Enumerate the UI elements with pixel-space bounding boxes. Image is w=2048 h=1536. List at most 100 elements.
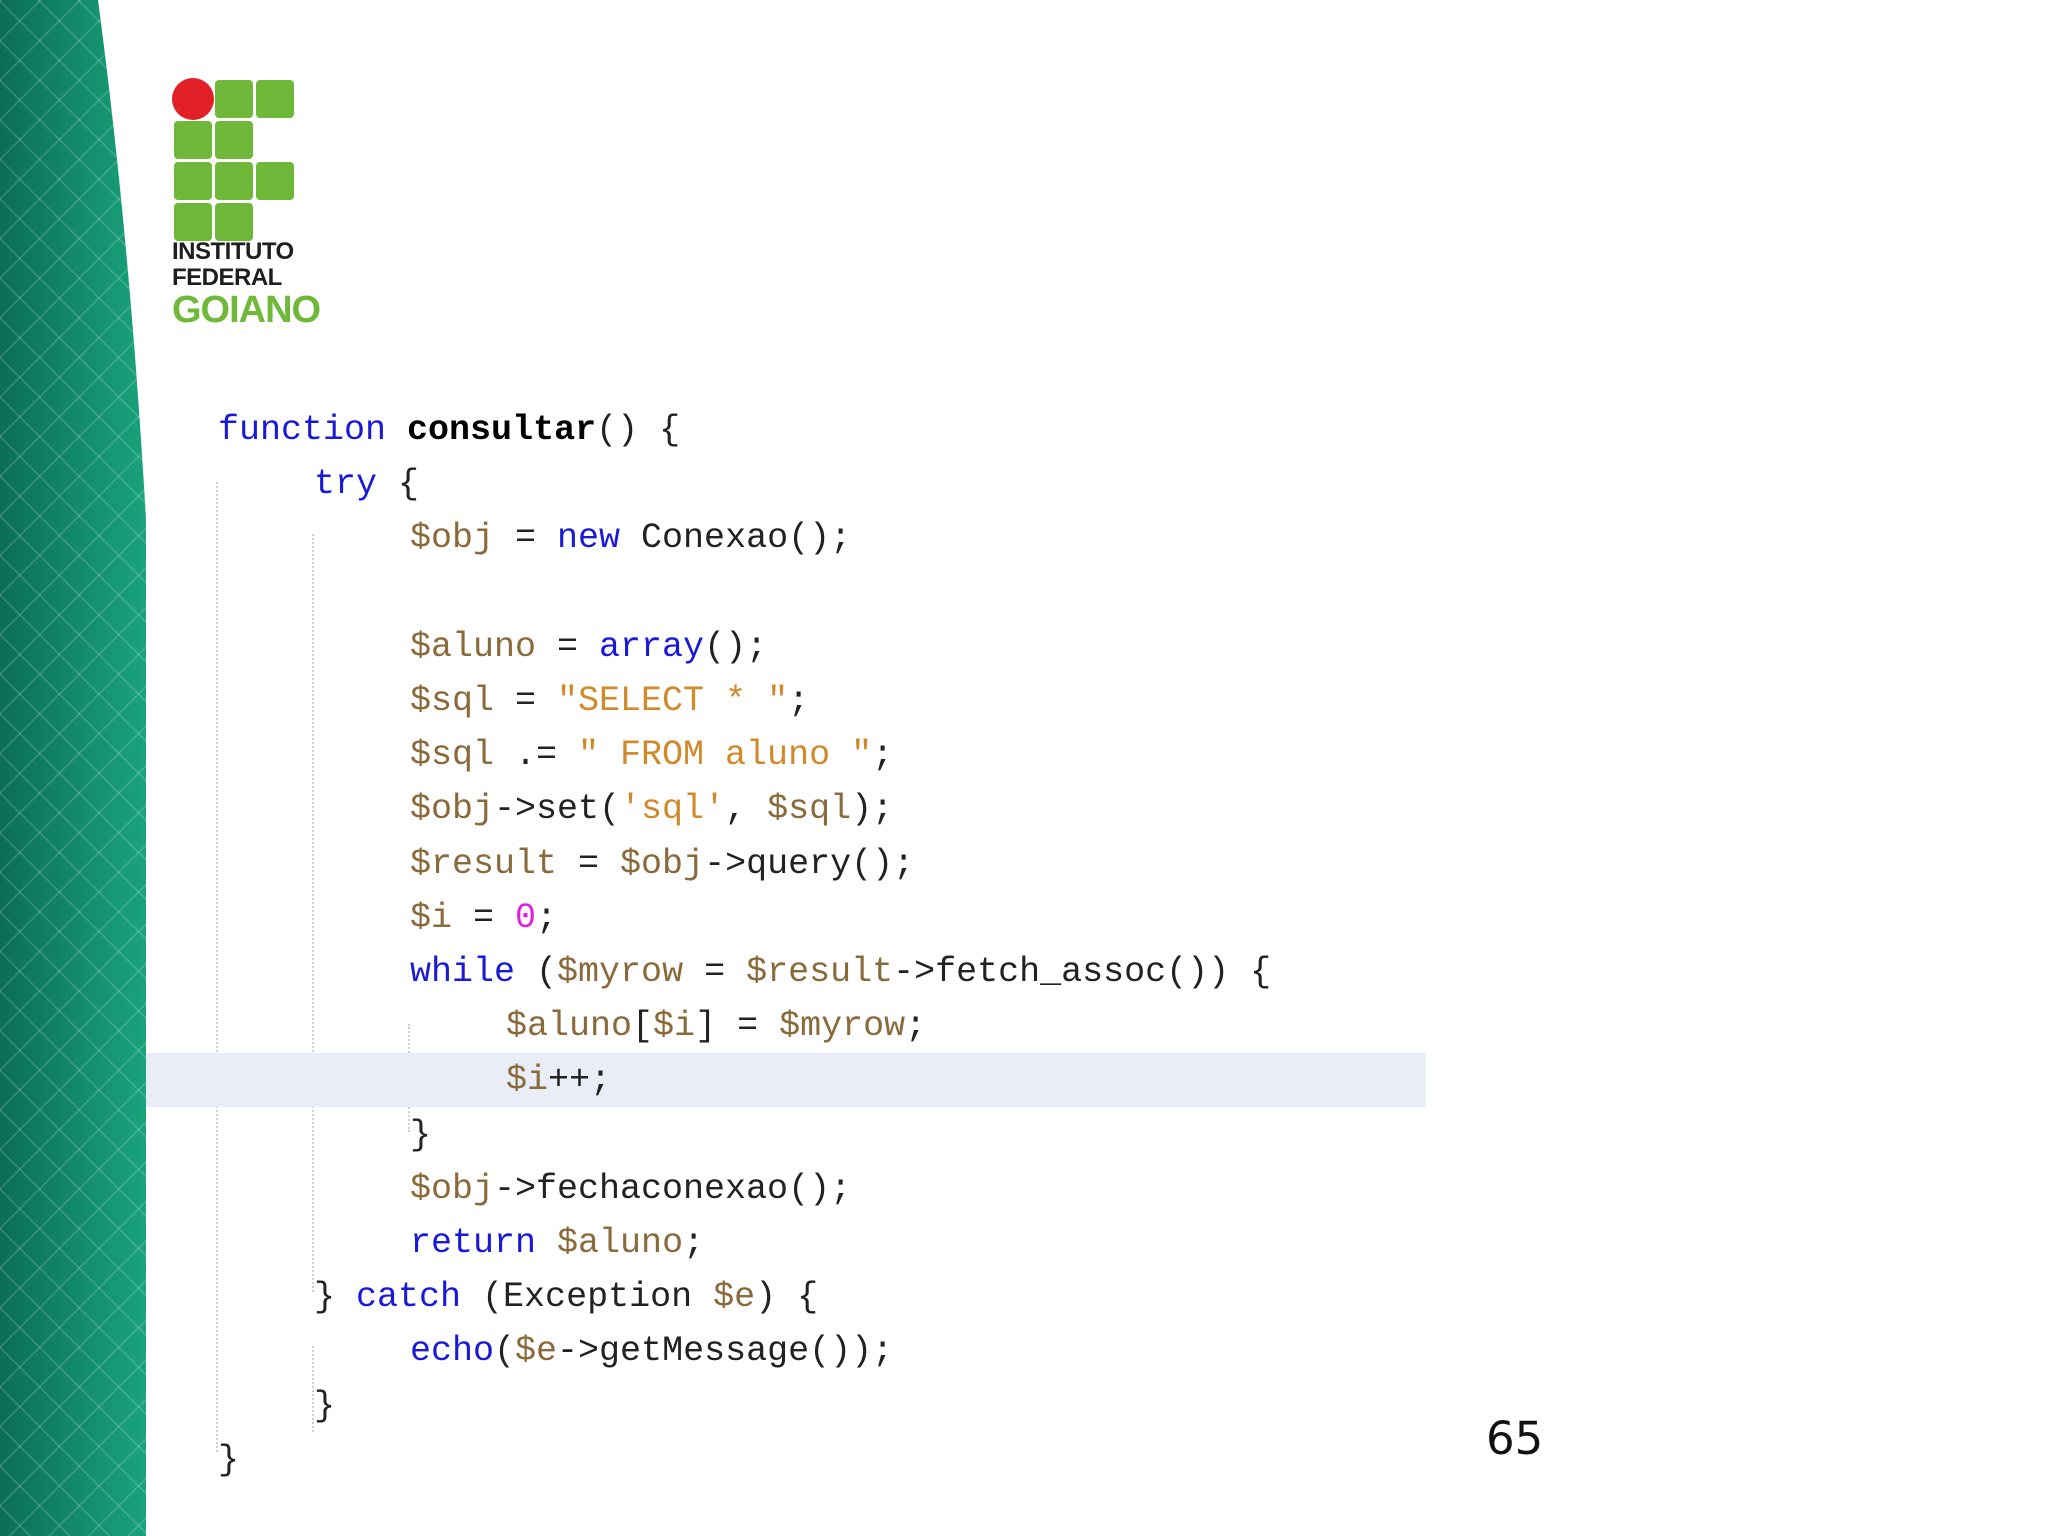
code-line-text: return $aluno; — [410, 1216, 704, 1270]
logo-square — [256, 80, 294, 118]
logo-square — [215, 80, 253, 118]
code-line: } — [146, 1433, 1426, 1487]
code-line: $aluno[$i] = $myrow; — [146, 999, 1426, 1053]
code-token: [ — [632, 1006, 654, 1046]
code-token: $obj — [620, 844, 705, 884]
code-token: $obj — [410, 789, 495, 829]
code-token: $result — [410, 844, 558, 884]
code-token: new — [557, 518, 621, 558]
logo-square — [174, 203, 212, 241]
logo-square — [174, 162, 212, 200]
code-line-text: $sql .= " FROM aluno "; — [410, 728, 893, 782]
code-token: ; — [536, 898, 558, 938]
code-line: } — [146, 1379, 1426, 1433]
code-token: $aluno — [557, 1223, 684, 1263]
logo-square — [215, 162, 253, 200]
code-token: () { — [596, 410, 681, 450]
code-token: while — [410, 952, 516, 992]
code-token: , — [725, 789, 768, 829]
code-token: } — [410, 1115, 432, 1155]
code-line-text: $result = $obj->query(); — [410, 837, 914, 891]
code-token: $e — [713, 1277, 756, 1317]
code-token: $aluno — [410, 627, 537, 667]
code-line-text: $sql = "SELECT * "; — [410, 674, 809, 728]
institute-logo: INSTITUTO FEDERAL GOIANO — [172, 78, 321, 331]
code-token: $obj — [410, 1169, 495, 1209]
logo-square — [256, 162, 294, 200]
logo-square — [174, 121, 212, 159]
code-token: $i — [410, 898, 453, 938]
code-line-text: } — [314, 1379, 335, 1433]
code-token: ->query(); — [704, 844, 915, 884]
code-line-text: $aluno = array(); — [410, 620, 767, 674]
code-token: catch — [356, 1277, 462, 1317]
code-line: $obj->fechaconexao(); — [146, 1162, 1426, 1216]
code-line: try { — [146, 457, 1426, 511]
code-token: " FROM aluno " — [578, 735, 873, 775]
code-token: = — [452, 898, 516, 938]
code-line-text: } — [410, 1108, 431, 1162]
code-token: "SELECT * " — [557, 681, 789, 721]
code-line: echo($e->getMessage()); — [146, 1324, 1426, 1378]
code-token: (Exception — [461, 1277, 714, 1317]
code-line: return $aluno; — [146, 1216, 1426, 1270]
code-token: $sql — [410, 735, 495, 775]
code-token: = — [494, 518, 558, 558]
code-token: ->fechaconexao(); — [494, 1169, 852, 1209]
code-line: $result = $obj->query(); — [146, 837, 1426, 891]
code-line: } — [146, 1108, 1426, 1162]
code-line: $sql = "SELECT * "; — [146, 674, 1426, 728]
code-token: = — [683, 952, 747, 992]
code-line: $i++; — [146, 1053, 1426, 1107]
code-token: ->fetch_assoc()) { — [893, 952, 1272, 992]
code-token: $e — [515, 1331, 558, 1371]
code-token: try — [314, 464, 378, 504]
logo-square — [215, 203, 253, 241]
code-token: ->set( — [494, 789, 621, 829]
code-listing: function consultar() {try {$obj = new Co… — [146, 410, 1426, 1490]
logo-text-instituto: INSTITUTO — [172, 238, 294, 265]
code-line-text: } — [218, 1433, 239, 1487]
code-token: = — [494, 681, 558, 721]
code-line-text: echo($e->getMessage()); — [410, 1324, 893, 1378]
code-token: ; — [872, 735, 894, 775]
code-token: 0 — [515, 898, 537, 938]
code-token: = — [536, 627, 600, 667]
code-token: $myrow — [557, 952, 684, 992]
code-line-text: $obj->set('sql', $sql); — [410, 782, 893, 836]
logo-text-goiano: GOIANO — [172, 289, 321, 331]
logo-square — [215, 121, 253, 159]
code-token: $i — [506, 1060, 549, 1100]
code-token: ) { — [755, 1277, 819, 1317]
code-line: $obj = new Conexao(); — [146, 511, 1426, 565]
page-number: 65 — [1486, 1412, 1544, 1465]
code-token: $sql — [410, 681, 495, 721]
code-token: (); — [704, 627, 768, 667]
code-line-text: $obj = new Conexao(); — [410, 511, 851, 565]
code-token: 'sql' — [620, 789, 726, 829]
code-token: ] = — [695, 1006, 780, 1046]
code-token: ; — [788, 681, 810, 721]
code-line-text: $aluno[$i] = $myrow; — [506, 999, 926, 1053]
logo-text-federal: FEDERAL — [172, 264, 282, 291]
code-line-text: function consultar() { — [218, 403, 680, 457]
logo-mark — [172, 78, 296, 241]
code-line: $aluno = array(); — [146, 620, 1426, 674]
code-line: $obj->set('sql', $sql); — [146, 782, 1426, 836]
code-token: $aluno — [506, 1006, 633, 1046]
code-token: echo — [410, 1331, 495, 1371]
code-line: while ($myrow = $result->fetch_assoc()) … — [146, 945, 1426, 999]
code-token: function — [218, 410, 387, 450]
code-token: } — [314, 1386, 336, 1426]
code-token: = — [557, 844, 621, 884]
logo-red-dot — [172, 78, 214, 120]
code-line-text: $i++; — [506, 1053, 611, 1107]
decorative-side-band — [0, 0, 160, 1536]
code-token: .= — [494, 735, 579, 775]
code-token: $myrow — [779, 1006, 906, 1046]
code-token: $obj — [410, 518, 495, 558]
code-token: ( — [494, 1331, 516, 1371]
code-token: array — [599, 627, 705, 667]
